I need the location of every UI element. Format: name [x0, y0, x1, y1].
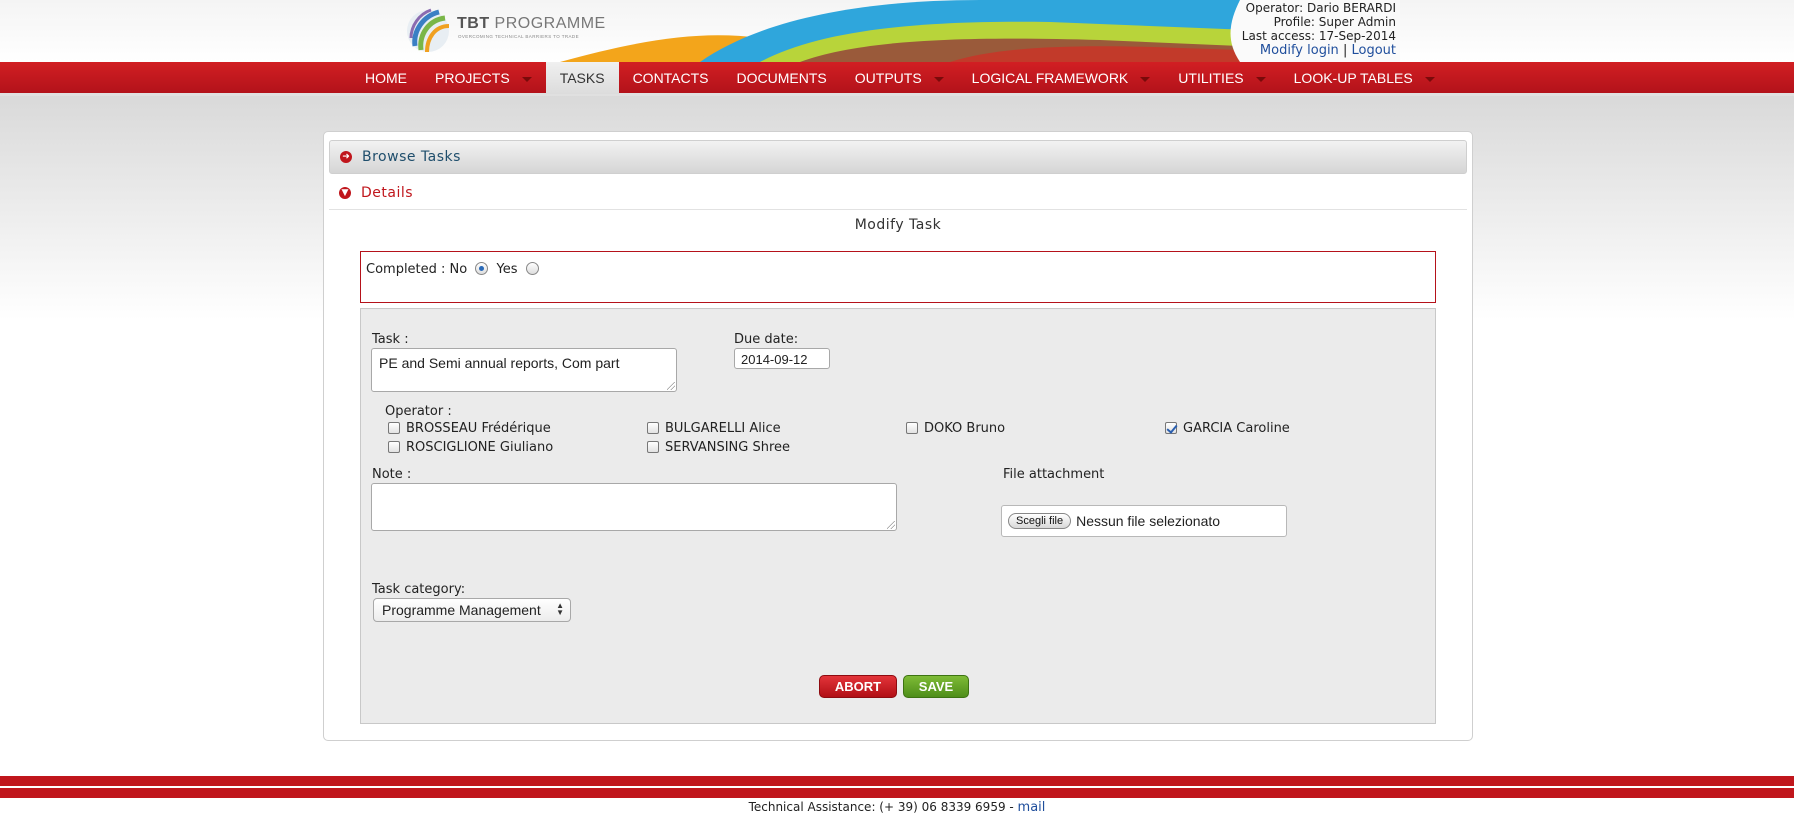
file-input[interactable]: Scegli file Nessun file selezionato: [1001, 505, 1287, 537]
checkbox[interactable]: [388, 422, 400, 434]
logo-tagline: OVERCOMING TECHNICAL BARRIERS TO TRADE: [458, 34, 579, 39]
caret-down-icon: [1140, 76, 1151, 82]
operator-label: Operator :: [385, 404, 452, 419]
completed-no-radio[interactable]: [475, 262, 489, 275]
abort-button[interactable]: ABORT: [819, 675, 897, 698]
checkbox[interactable]: [647, 422, 659, 434]
save-button[interactable]: SAVE: [903, 675, 969, 698]
completed-yes-radio[interactable]: [525, 262, 539, 275]
profile-text: Profile: Super Admin: [1273, 15, 1396, 29]
header: TBT PROGRAMME OVERCOMING TECHNICAL BARRI…: [0, 0, 1794, 62]
header-banner-art: [560, 0, 1400, 62]
checkbox[interactable]: [647, 441, 659, 453]
logo-globe-icon: [407, 8, 450, 53]
nav-utilities[interactable]: UTILITIES: [1164, 62, 1279, 94]
technical-assistance: Technical Assistance: (+ 39) 06 8339 695…: [748, 800, 1018, 814]
checkbox[interactable]: [906, 422, 918, 434]
nav-documents[interactable]: DOCUMENTS: [723, 62, 841, 94]
caret-down-icon: [1424, 76, 1435, 82]
task-fields: Task : PE and Semi annual reports, Com p…: [360, 308, 1436, 724]
last-access: Last access: 17-Sep-2014: [1241, 29, 1396, 43]
mail-link[interactable]: mail: [1018, 800, 1046, 815]
file-attachment-label: File attachment: [1003, 467, 1105, 482]
due-date-input[interactable]: 2014-09-12: [734, 348, 830, 369]
operator-name: Operator: Dario BERARDI: [1245, 1, 1396, 15]
operator-option[interactable]: BULGARELLI Alice: [647, 421, 781, 436]
arrow-right-circle-icon: ➜: [340, 151, 352, 163]
completed-yes-label: Yes: [496, 262, 518, 277]
file-status: Nessun file selezionato: [1076, 513, 1221, 529]
nav-logical-framework[interactable]: LOGICAL FRAMEWORK: [958, 62, 1165, 94]
operator-option[interactable]: GARCIA Caroline: [1165, 421, 1290, 436]
nav-projects[interactable]: PROJECTS: [421, 62, 546, 94]
nav-home[interactable]: HOME: [351, 62, 421, 94]
tbt-logo[interactable]: TBT PROGRAMME OVERCOMING TECHNICAL BARRI…: [405, 6, 605, 56]
operator-option[interactable]: DOKO Bruno: [906, 421, 1005, 436]
main-nav: HOME PROJECTS TASKS CONTACTS DOCUMENTS O…: [0, 62, 1794, 96]
operator-option[interactable]: SERVANSING Shree: [647, 440, 790, 455]
footer: Technical Assistance: (+ 39) 06 8339 695…: [0, 798, 1794, 817]
note-textarea[interactable]: [371, 483, 897, 531]
task-panel: ➜ Browse Tasks ▼ Details Modify Task Com…: [323, 131, 1473, 741]
task-category-label: Task category:: [372, 582, 466, 597]
footer-stripe: [0, 788, 1794, 798]
resize-grip-icon[interactable]: [667, 382, 675, 390]
select-arrows-icon: ▲ ▼: [556, 601, 564, 617]
resize-grip-icon[interactable]: [887, 521, 895, 529]
caret-down-icon: [521, 76, 532, 82]
caret-down-icon: [933, 76, 944, 82]
nav-look-up-tables[interactable]: LOOK-UP TABLES: [1280, 62, 1449, 94]
arrow-down-circle-icon: ▼: [339, 186, 351, 199]
operator-option[interactable]: BROSSEAU Frédérique: [388, 421, 551, 436]
browse-tasks-header[interactable]: ➜ Browse Tasks: [329, 140, 1467, 174]
completed-box: Completed : No Yes: [360, 251, 1436, 303]
logout-link[interactable]: Logout: [1351, 43, 1396, 58]
user-info: Operator: Dario BERARDI Profile: Super A…: [1241, 1, 1396, 58]
details-header[interactable]: ▼ Details: [329, 176, 1467, 210]
modify-login-link[interactable]: Modify login: [1260, 43, 1339, 58]
footer-stripe: [0, 776, 1794, 786]
completed-label: Completed : No: [366, 262, 468, 277]
task-category-select[interactable]: Programme Management ▲ ▼: [373, 598, 571, 622]
task-label: Task :: [372, 332, 409, 347]
checkbox[interactable]: [388, 441, 400, 453]
operator-option[interactable]: ROSCIGLIONE Giuliano: [388, 440, 553, 455]
checkbox-checked[interactable]: [1165, 422, 1177, 434]
form-title: Modify Task: [854, 217, 942, 233]
task-textarea[interactable]: PE and Semi annual reports, Com part: [371, 348, 677, 392]
nav-outputs[interactable]: OUTPUTS: [841, 62, 958, 94]
caret-down-icon: [1255, 76, 1266, 82]
nav-tasks[interactable]: TASKS: [545, 62, 619, 94]
nav-contacts[interactable]: CONTACTS: [619, 62, 723, 94]
due-date-label: Due date:: [734, 332, 799, 347]
note-label: Note :: [372, 467, 412, 482]
choose-file-button[interactable]: Scegli file: [1008, 513, 1072, 529]
